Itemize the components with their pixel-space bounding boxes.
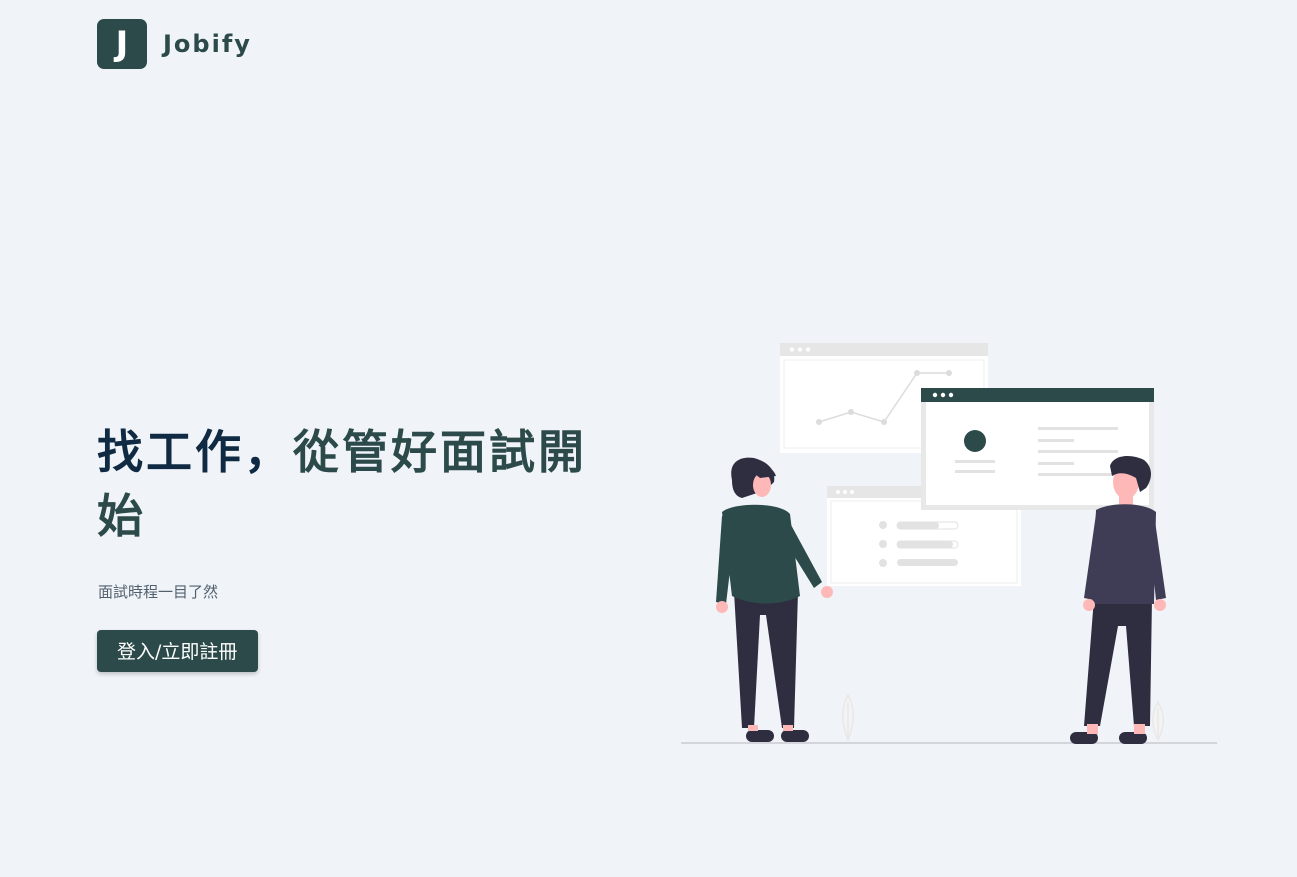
logo-letter: J xyxy=(115,24,129,64)
plant-graphic xyxy=(842,693,1164,743)
navbar: J Jobify xyxy=(97,19,252,69)
hero-illustration xyxy=(681,343,1217,744)
hero-section: 找工作，從管好面試開始 面試時程一目了然 登入/立即註冊 xyxy=(97,420,617,672)
landing-page: J Jobify 找工作，從管好面試開始 面試時程一目了然 登入/立即註冊 xyxy=(0,0,1297,877)
woman-figure xyxy=(716,457,833,742)
brand-name[interactable]: Jobify xyxy=(163,30,252,58)
hero-title-part1: 找工作， xyxy=(97,425,293,479)
hero-title: 找工作，從管好面試開始 xyxy=(97,420,617,548)
hero-subtitle: 面試時程一目了然 xyxy=(98,583,219,601)
logo-badge[interactable]: J xyxy=(97,19,147,69)
login-register-button[interactable]: 登入/立即註冊 xyxy=(97,630,259,672)
